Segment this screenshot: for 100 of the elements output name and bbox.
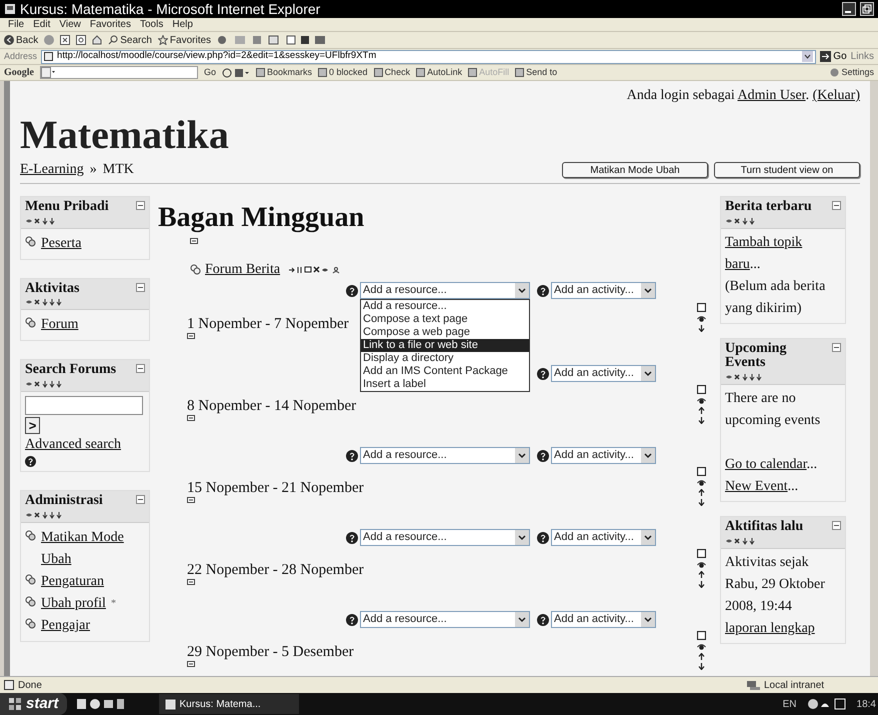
user-link[interactable]: Admin User	[738, 88, 806, 103]
dropdown-option[interactable]: Add an IMS Content Package	[361, 365, 529, 378]
help-icon[interactable]	[346, 532, 358, 544]
block-link[interactable]: Forum	[41, 314, 78, 336]
block-link[interactable]: laporan lengkap	[725, 618, 841, 640]
block-link[interactable]: New Event...	[725, 476, 841, 498]
eye-icon[interactable]	[697, 561, 706, 568]
edit-icon[interactable]	[190, 238, 198, 245]
home-icon[interactable]	[92, 35, 102, 45]
go-button[interactable]: Go	[820, 49, 847, 64]
menu-item[interactable]: Favorites	[90, 20, 131, 30]
help-icon[interactable]	[537, 532, 549, 544]
resource-select[interactable]: Add a resource...	[360, 529, 530, 546]
down-arrow-icon[interactable]	[698, 581, 705, 588]
language-indicator[interactable]: EN	[782, 696, 797, 712]
eye-icon[interactable]	[697, 643, 706, 650]
block-link[interactable]: Ubah profil	[41, 592, 106, 615]
breadcrumb-link[interactable]: E-Learning	[20, 159, 84, 180]
help-icon[interactable]	[346, 614, 358, 626]
up-arrow-icon[interactable]	[698, 407, 705, 414]
activity-select[interactable]: Add an activity...	[551, 529, 656, 546]
start-button[interactable]: start	[0, 693, 67, 715]
help-icon[interactable]	[537, 368, 549, 380]
activity-select[interactable]: Add an activity...	[551, 447, 656, 464]
help-icon[interactable]	[346, 450, 358, 462]
up-arrow-icon[interactable]	[698, 489, 705, 496]
favorites-button[interactable]: Favorites	[158, 32, 212, 48]
edit-icon[interactable]	[187, 661, 195, 668]
forum-link[interactable]: Forum Berita	[205, 259, 280, 280]
google-toolbar-button[interactable]: Bookmarks	[256, 66, 312, 80]
collapse-icon[interactable]	[136, 364, 145, 374]
dropdown-option[interactable]: Link to a file or web site	[361, 339, 529, 352]
down-arrow-icon[interactable]	[698, 499, 705, 506]
settings-button[interactable]: Settings	[830, 66, 874, 80]
collapse-icon[interactable]	[136, 282, 145, 292]
logout-link[interactable]: (Keluar)	[812, 88, 860, 103]
search-submit-button[interactable]: >	[25, 417, 40, 434]
menu-item[interactable]: View	[59, 20, 81, 30]
minimize-icon[interactable]	[842, 2, 856, 16]
edit-icon[interactable]	[187, 333, 195, 340]
dropdown-option[interactable]: Compose a text page	[361, 313, 529, 326]
collapse-icon[interactable]	[832, 201, 841, 210]
block-link[interactable]: Tambah topik baru...	[725, 232, 841, 276]
collapse-icon[interactable]	[832, 342, 841, 352]
collapse-icon[interactable]	[832, 521, 841, 530]
activity-select[interactable]: Add an activity...	[551, 282, 656, 299]
eye-icon[interactable]	[697, 397, 706, 404]
restore-icon[interactable]	[860, 2, 874, 16]
google-search-field[interactable]	[40, 66, 198, 79]
edit-icon[interactable]	[187, 497, 195, 504]
down-arrow-icon[interactable]	[698, 417, 705, 424]
help-icon[interactable]	[346, 284, 358, 296]
eye-icon[interactable]	[697, 479, 706, 486]
breadcrumb-link[interactable]: MTK	[102, 159, 134, 180]
down-arrow-icon[interactable]	[698, 325, 705, 332]
block-link[interactable]: Go to calendar...	[725, 454, 841, 476]
search-field[interactable]	[25, 396, 143, 416]
activity-select[interactable]: Add an activity...	[551, 365, 656, 382]
advanced-search-link[interactable]: Advanced search	[25, 434, 145, 456]
menu-item[interactable]: Tools	[140, 20, 164, 30]
help-icon[interactable]	[537, 614, 549, 626]
search-button[interactable]: Search	[108, 32, 152, 48]
eye-icon[interactable]	[697, 315, 706, 322]
help-icon[interactable]	[537, 284, 549, 296]
back-button[interactable]: Back	[4, 32, 38, 48]
toolbar-button[interactable]: Turn student view on	[714, 162, 860, 178]
dropdown-option[interactable]: Compose a web page	[361, 326, 529, 339]
down-arrow-icon[interactable]	[698, 663, 705, 670]
dropdown-option[interactable]: Add a resource...	[361, 300, 529, 313]
refresh-icon[interactable]	[76, 35, 86, 45]
address-field[interactable]: http://localhost/moodle/course/view.php?id=2&edit=1&sesskey=UFlbfr9XTm	[41, 50, 816, 64]
block-link[interactable]: Pengajar	[41, 614, 90, 637]
google-toolbar-button[interactable]: AutoLink	[416, 66, 462, 80]
menu-item[interactable]: File	[8, 20, 24, 30]
activity-select[interactable]: Add an activity...	[551, 611, 656, 628]
google-toolbar-button[interactable]: Check	[374, 66, 410, 80]
menu-item[interactable]: Help	[172, 20, 193, 30]
help-icon[interactable]	[537, 450, 549, 462]
google-toolbar-button[interactable]: 0 blocked	[318, 66, 368, 80]
stop-icon[interactable]	[60, 35, 70, 45]
google-go-button[interactable]: Go	[204, 66, 216, 80]
collapse-icon[interactable]	[136, 495, 145, 504]
resource-select[interactable]: Add a resource...	[360, 611, 530, 628]
block-link[interactable]: Pengaturan	[41, 570, 104, 593]
resource-select[interactable]: Add a resource...	[360, 447, 530, 464]
collapse-icon[interactable]	[136, 201, 145, 210]
links-label[interactable]: Links	[850, 49, 874, 64]
edit-icon[interactable]	[187, 579, 195, 586]
taskbar-window-button[interactable]: Kursus: Matema...	[158, 694, 299, 714]
dropdown-option[interactable]: Insert a label	[361, 378, 529, 391]
up-arrow-icon[interactable]	[698, 653, 705, 660]
edit-icon[interactable]	[187, 415, 195, 422]
block-link[interactable]: Matikan Mode Ubah	[41, 526, 145, 571]
google-toolbar-button[interactable]: Send to	[515, 66, 558, 80]
up-arrow-icon[interactable]	[698, 571, 705, 578]
toolbar-button[interactable]: Matikan Mode Ubah	[562, 162, 708, 178]
dropdown-option[interactable]: Display a directory	[361, 352, 529, 365]
block-link[interactable]: Peserta	[41, 232, 82, 255]
menu-item[interactable]: Edit	[33, 20, 50, 30]
resource-select[interactable]: Add a resource...	[360, 282, 530, 299]
